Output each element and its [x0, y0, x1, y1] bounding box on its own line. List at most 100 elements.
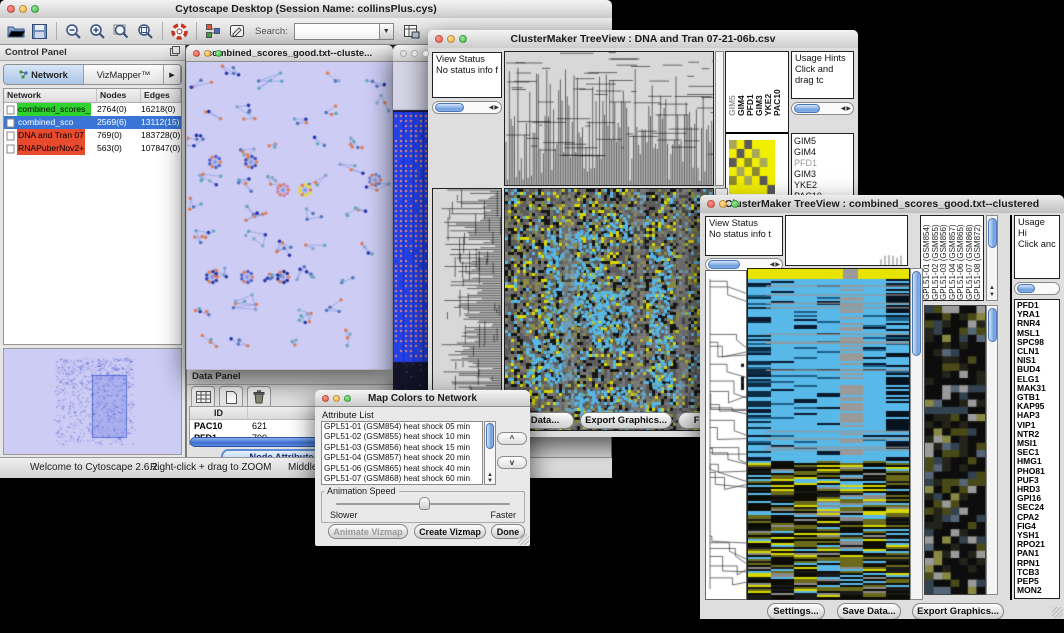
zoom-window-icon[interactable]: [422, 50, 429, 57]
zoom-window-icon[interactable]: [215, 50, 222, 57]
zoom-out-icon[interactable]: [63, 21, 84, 42]
tab-overflow-button[interactable]: ▶: [164, 65, 181, 84]
heatmap-scrollbar[interactable]: [910, 268, 923, 600]
scrollbar-thumb[interactable]: [1017, 284, 1035, 293]
scroll-right-icon[interactable]: ▶: [846, 105, 851, 112]
scroll-left-icon[interactable]: ◀: [841, 105, 846, 112]
column-label[interactable]: GPL51-03 (GSM856): [940, 218, 949, 300]
plugin-network-icon[interactable]: [203, 21, 224, 42]
move-down-button[interactable]: v: [497, 456, 527, 469]
column-label[interactable]: YKE2: [764, 54, 773, 116]
gene-label[interactable]: YKE2: [794, 180, 853, 191]
close-icon[interactable]: [7, 5, 15, 13]
scroll-down-icon[interactable]: ▼: [485, 478, 495, 484]
open-file-icon[interactable]: [5, 21, 26, 42]
zoom-window-icon[interactable]: [731, 200, 739, 208]
zoom-window-icon[interactable]: [344, 395, 351, 402]
attribute-item[interactable]: GPL51-01 (GSM854) heat shock 05 min: [322, 422, 482, 432]
zoom-window-icon[interactable]: [459, 35, 467, 43]
scrollbar-thumb[interactable]: [912, 271, 921, 356]
move-up-button[interactable]: ^: [497, 432, 527, 445]
attribute-item[interactable]: GPL51-04 (GSM857) heat shock 20 min: [322, 453, 482, 463]
resize-grip[interactable]: [1052, 607, 1063, 618]
dialog-titlebar[interactable]: Map Colors to Network: [315, 390, 530, 407]
row-dendrogram-pane[interactable]: [705, 270, 747, 600]
close-icon[interactable]: [193, 50, 200, 57]
new-attribute-icon[interactable]: [219, 386, 243, 407]
horizontal-scrollbar[interactable]: [1014, 282, 1060, 295]
network-view-titlebar[interactable]: combined_scores_good.txt--cluste...: [186, 45, 393, 62]
column-label[interactable]: GPL51-06 (GSM865): [957, 218, 966, 300]
scrollbar-thumb[interactable]: [988, 218, 997, 248]
attribute-item[interactable]: GPL51-06 (GSM865) heat shock 40 min: [322, 464, 482, 474]
zoom-selected-icon[interactable]: [135, 21, 156, 42]
create-vizmap-button[interactable]: Create Vizmap: [414, 524, 486, 539]
minimize-icon[interactable]: [204, 50, 211, 57]
tab-vizmapper[interactable]: VizMapper™: [84, 65, 164, 84]
column-label[interactable]: GPL51-01 (GSM854): [923, 218, 932, 300]
delete-trash-icon[interactable]: [247, 386, 271, 407]
scroll-up-icon[interactable]: ▲: [989, 285, 995, 291]
gene-label[interactable]: GIM5: [794, 136, 853, 147]
attribute-item[interactable]: GPL51-07 (GSM868) heat shock 60 min: [322, 474, 482, 484]
main-titlebar[interactable]: Cytoscape Desktop (Session Name: collins…: [0, 0, 612, 19]
heatmap-pane[interactable]: [504, 188, 714, 431]
tab-network[interactable]: Network: [4, 65, 84, 84]
minimize-icon[interactable]: [447, 35, 455, 43]
column-label[interactable]: PAC10: [773, 54, 782, 116]
chevron-down-icon[interactable]: ▼: [379, 23, 394, 40]
network-overview-canvas[interactable]: [4, 349, 181, 449]
close-icon[interactable]: [322, 395, 329, 402]
scroll-left-icon[interactable]: ◀: [489, 104, 494, 111]
column-label[interactable]: PFD1: [746, 54, 755, 116]
zoom-fit-icon[interactable]: [111, 21, 132, 42]
save-data-button[interactable]: Save Data...: [837, 603, 901, 619]
gene-label[interactable]: GIM4: [794, 147, 853, 158]
attribute-item[interactable]: GPL51-03 (GSM856) heat shock 15 min: [322, 443, 482, 453]
main-heatmap-pane[interactable]: [747, 268, 910, 600]
row-dendrogram-canvas[interactable]: [706, 271, 746, 599]
attribute-grid-icon[interactable]: [191, 386, 215, 407]
help-lifesaver-icon[interactable]: [169, 21, 190, 42]
treeview-dna-titlebar[interactable]: ClusterMaker TreeView : DNA and Tran 07-…: [428, 30, 858, 49]
close-icon[interactable]: [707, 200, 715, 208]
horizontal-scrollbar[interactable]: ◀▶: [432, 101, 502, 114]
scroll-right-icon[interactable]: ▶: [775, 261, 780, 268]
scrollbar-thumb[interactable]: [435, 103, 464, 112]
speed-slider-thumb[interactable]: [419, 497, 430, 510]
network-overview-panel[interactable]: [3, 348, 182, 455]
minimize-icon[interactable]: [333, 395, 340, 402]
horizontal-scrollbar[interactable]: ◀▶: [791, 102, 854, 115]
gene-label[interactable]: PFD1: [794, 158, 853, 169]
table-row[interactable]: combined_sco 2569(6) 13112(15): [4, 116, 181, 129]
search-field[interactable]: [294, 23, 379, 40]
table-row[interactable]: DNA and Tran 07 769(0) 183728(0): [4, 129, 181, 142]
animate-vizmap-button[interactable]: Animate Vizmap: [328, 524, 408, 539]
export-graphics-button[interactable]: Export Graphics...: [580, 412, 672, 429]
minimize-icon[interactable]: [411, 50, 418, 57]
attribute-table-icon[interactable]: [401, 21, 422, 42]
column-tree-canvas[interactable]: [786, 216, 907, 265]
secondary-heatmap-canvas[interactable]: [925, 306, 985, 594]
column-label[interactable]: GIM3: [755, 54, 764, 116]
scrollbar-thumb[interactable]: [486, 423, 494, 449]
column-dendrogram-canvas[interactable]: [505, 52, 713, 185]
cluster-matrix-canvas[interactable]: [729, 140, 775, 194]
search-input[interactable]: ▼: [294, 23, 394, 40]
table-row[interactable]: combined_scores_ 2764(0) 16218(0): [4, 103, 181, 116]
column-dendrogram-pane[interactable]: [504, 51, 714, 186]
scrollbar-thumb[interactable]: [708, 260, 740, 269]
attribute-item[interactable]: GPL51-02 (GSM855) heat shock 10 min: [322, 432, 482, 442]
scroll-right-icon[interactable]: ▶: [494, 104, 499, 111]
export-graphics-button[interactable]: Export Graphics...: [912, 603, 1004, 619]
minimize-icon[interactable]: [719, 200, 727, 208]
secondary-heatmap-pane[interactable]: [924, 305, 986, 595]
listbox-scrollbar[interactable]: ▲▼: [484, 421, 496, 485]
column-label[interactable]: GPL51-08 (GSM872): [974, 218, 983, 300]
scrollbar-thumb[interactable]: [794, 104, 820, 113]
network-graph-canvas[interactable]: [187, 62, 392, 369]
close-icon[interactable]: [400, 50, 407, 57]
annotation-icon[interactable]: [227, 21, 248, 42]
scrollbar-thumb[interactable]: [988, 308, 997, 342]
column-tree-pane[interactable]: [785, 215, 908, 266]
